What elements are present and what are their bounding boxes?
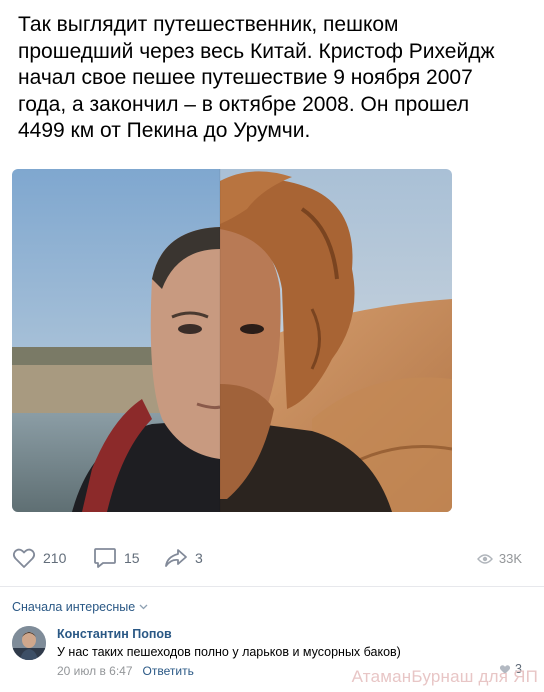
avatar-image	[12, 626, 46, 660]
comments-sort-label: Сначала интересные	[12, 600, 136, 614]
comment-button[interactable]: 15	[93, 547, 140, 569]
avatar[interactable]	[12, 626, 46, 660]
post-photo[interactable]	[12, 169, 452, 512]
share-button[interactable]: 3	[164, 547, 203, 569]
traveler-before-after-image	[12, 169, 452, 512]
post-actions: 210 15 3 33K	[0, 538, 544, 582]
like-button[interactable]: 210	[12, 547, 66, 569]
views-count: 33K	[498, 551, 522, 566]
comment-author[interactable]: Константин Попов	[57, 627, 172, 641]
post-text: Так выглядит путешественник, пешком прош…	[18, 13, 495, 142]
comment-time[interactable]: 20 июл в 6:47	[57, 664, 133, 678]
eye-icon	[476, 553, 493, 564]
reply-button[interactable]: Ответить	[143, 664, 194, 678]
share-icon	[165, 549, 187, 567]
chevron-down-icon	[139, 604, 148, 610]
comment-meta: 20 июл в 6:47 Ответить	[57, 664, 194, 678]
heart-icon	[12, 548, 36, 568]
comment-count: 15	[124, 550, 140, 566]
like-count: 210	[43, 550, 67, 566]
comments-sort-dropdown[interactable]: Сначала интересные	[12, 600, 148, 614]
watermark: АтаманБурнаш для ЯП	[351, 667, 538, 686]
divider	[0, 586, 544, 587]
comment-text: У нас таких пешеходов полно у ларьков и …	[57, 645, 401, 659]
comment-icon	[94, 548, 116, 568]
views-counter: 33K	[476, 551, 522, 566]
share-count: 3	[195, 550, 203, 566]
